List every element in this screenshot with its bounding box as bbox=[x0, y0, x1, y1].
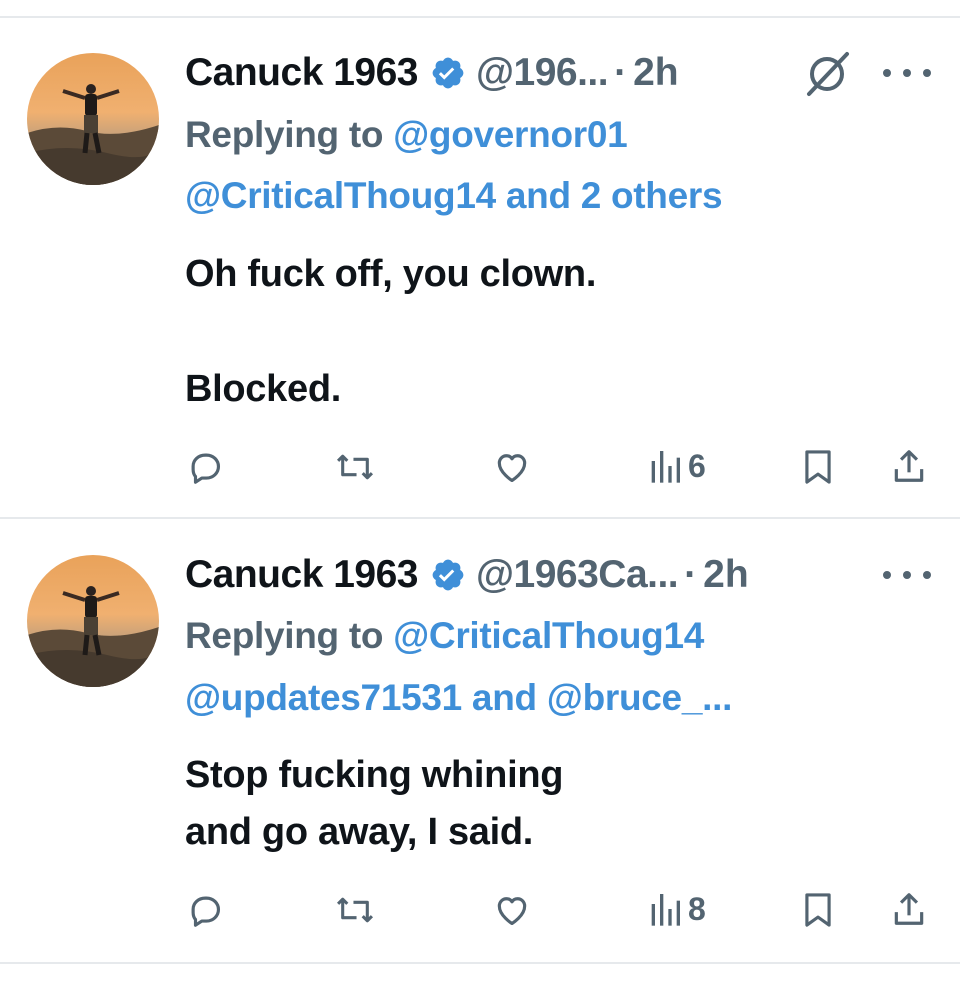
display-name[interactable]: Canuck 1963 bbox=[185, 51, 418, 95]
bookmark-button[interactable] bbox=[801, 891, 835, 929]
retweet-icon bbox=[336, 897, 374, 923]
reply-icon bbox=[191, 453, 221, 484]
views-count: 8 bbox=[688, 890, 706, 927]
tweet-divider bbox=[0, 517, 960, 519]
share-icon bbox=[894, 893, 924, 925]
mention-link[interactable]: @CriticalThoug14 bbox=[393, 615, 704, 656]
bottom-divider bbox=[0, 962, 960, 964]
bookmark-button[interactable] bbox=[801, 448, 835, 486]
mention-link[interactable]: @bruce_... bbox=[547, 677, 733, 718]
replying-to-label: Replying to bbox=[185, 114, 384, 155]
tweet-text-line: Blocked. bbox=[185, 368, 341, 410]
share-button[interactable] bbox=[890, 446, 928, 486]
views-button[interactable]: 8 bbox=[648, 889, 706, 929]
share-button[interactable] bbox=[890, 889, 928, 929]
views-icon bbox=[651, 894, 680, 926]
views-icon bbox=[651, 451, 680, 483]
replying-to: Replying to @governor01 bbox=[185, 114, 628, 155]
retweet-button[interactable] bbox=[335, 891, 375, 929]
mention-link[interactable]: @updates71531 bbox=[185, 677, 462, 718]
more-icon[interactable] bbox=[883, 63, 931, 83]
tweet-text-line: Oh fuck off, you clown. bbox=[185, 253, 597, 295]
replying-to: Replying to @CriticalThoug14 bbox=[185, 617, 704, 654]
timestamp[interactable]: 2h bbox=[703, 553, 749, 597]
separator: · bbox=[684, 553, 698, 596]
timestamp[interactable]: 2h bbox=[633, 51, 679, 95]
like-icon bbox=[497, 454, 527, 483]
replying-to-line2: @CriticalThoug14 and 2 others bbox=[185, 175, 723, 216]
replying-to-label: Replying to bbox=[185, 615, 384, 656]
and-label: and bbox=[471, 677, 537, 718]
tweet-header: Canuck 1963 @1963Ca... · 2h bbox=[185, 550, 749, 600]
others-link[interactable]: and 2 others bbox=[506, 175, 723, 216]
retweet-icon bbox=[336, 454, 374, 480]
bookmark-icon bbox=[805, 893, 831, 927]
like-icon bbox=[497, 897, 527, 926]
separator: · bbox=[614, 51, 628, 94]
retweet-button[interactable] bbox=[335, 448, 375, 486]
verified-badge-icon bbox=[430, 557, 466, 593]
reply-button[interactable] bbox=[186, 448, 224, 486]
share-icon bbox=[894, 450, 924, 482]
tweet-header: Canuck 1963 @196... · 2h bbox=[185, 48, 679, 98]
like-button[interactable] bbox=[492, 448, 532, 486]
top-divider bbox=[0, 16, 960, 18]
handle[interactable]: @196... bbox=[476, 51, 609, 95]
avatar[interactable] bbox=[27, 53, 159, 185]
reply-icon bbox=[191, 896, 221, 927]
mention-link[interactable]: @governor01 bbox=[393, 114, 628, 155]
mention-link[interactable]: @CriticalThoug14 bbox=[185, 175, 496, 216]
tweet-text-line: Stop fucking whining bbox=[185, 754, 564, 796]
handle[interactable]: @1963Ca... bbox=[476, 553, 679, 597]
verified-badge-icon bbox=[430, 55, 466, 91]
replying-to-line2: @updates71531 and @bruce_... bbox=[185, 679, 732, 716]
like-button[interactable] bbox=[492, 891, 532, 929]
more-icon[interactable] bbox=[883, 565, 931, 585]
grok-icon[interactable] bbox=[803, 50, 851, 98]
views-count: 6 bbox=[688, 447, 706, 484]
bookmark-icon bbox=[805, 450, 831, 484]
reply-button[interactable] bbox=[186, 891, 224, 929]
tweet-text-line: and go away, I said. bbox=[185, 811, 534, 853]
views-button[interactable]: 6 bbox=[648, 446, 706, 486]
avatar[interactable] bbox=[27, 555, 159, 687]
display-name[interactable]: Canuck 1963 bbox=[185, 553, 418, 597]
